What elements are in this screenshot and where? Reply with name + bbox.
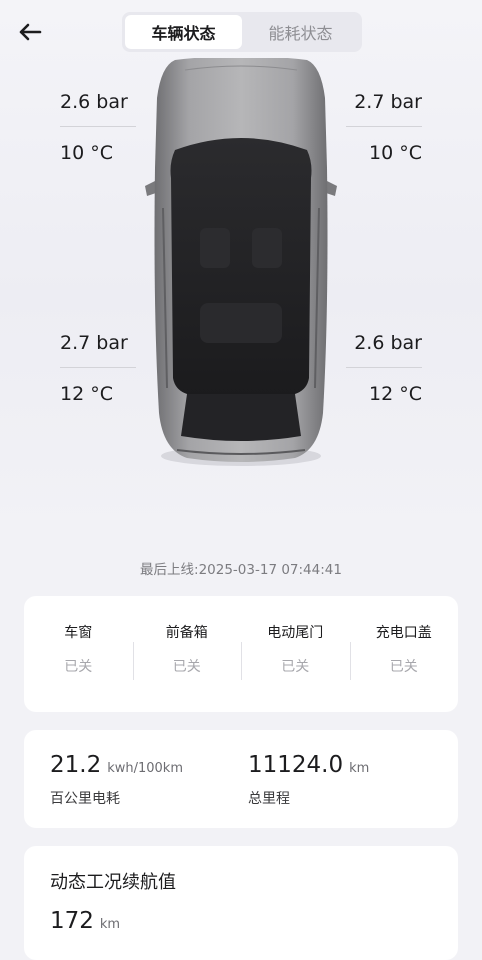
- car-top-view-image: [145, 56, 337, 468]
- last-online-timestamp: 最后上线:2025-03-17 07:44:41: [140, 562, 342, 578]
- range-unit: km: [99, 917, 121, 932]
- status-item-window: 车窗 已关: [24, 622, 133, 712]
- consumption-unit: kwh/100km: [107, 761, 184, 776]
- range-card: 动态工况续航值 172 km: [24, 846, 458, 960]
- tire-pressure: 2.7 bar: [354, 91, 422, 113]
- tire-rear-right: 2.6 bar 12 °C: [346, 327, 422, 412]
- consumption-value: 21.2: [50, 752, 102, 778]
- tire-temperature: 10 °C: [369, 142, 422, 164]
- arrow-left-icon: [19, 23, 42, 41]
- odometer-caption: 总里程: [248, 791, 290, 807]
- divider: [60, 126, 136, 127]
- divider: [346, 126, 422, 127]
- closure-status-card: 车窗 已关 前备箱 已关 电动尾门 已关 充电口盖 已关: [24, 596, 458, 712]
- divider: [346, 367, 422, 368]
- tire-temperature: 10 °C: [60, 142, 113, 164]
- tire-front-left: 2.6 bar 10 °C: [60, 86, 136, 171]
- status-item-frunk: 前备箱 已关: [132, 622, 242, 712]
- status-value: 已关: [389, 659, 418, 675]
- range-metric: 172 km: [50, 908, 120, 934]
- status-item-tailgate: 电动尾门 已关: [241, 622, 350, 712]
- odometer-metric: 11124.0 km 总里程: [248, 752, 369, 808]
- tab-energy-status[interactable]: 能耗状态: [242, 15, 359, 49]
- tire-pressure: 2.6 bar: [60, 91, 128, 113]
- status-label: 车窗: [64, 625, 93, 641]
- odometer-value: 11124.0: [248, 752, 344, 778]
- range-title: 动态工况续航值: [50, 872, 176, 893]
- status-label: 充电口盖: [375, 625, 432, 641]
- tire-temperature: 12 °C: [60, 383, 113, 405]
- status-value: 已关: [64, 659, 93, 675]
- tab-vehicle-status[interactable]: 车辆状态: [125, 15, 242, 49]
- divider: [60, 367, 136, 368]
- odometer-unit: km: [349, 761, 370, 776]
- consumption-caption: 百公里电耗: [50, 791, 120, 807]
- status-value: 已关: [281, 659, 310, 675]
- tire-pressure: 2.6 bar: [354, 332, 422, 354]
- status-label: 前备箱: [165, 625, 208, 641]
- range-value: 172: [50, 908, 94, 934]
- tire-temperature: 12 °C: [369, 383, 422, 405]
- tire-pressure: 2.7 bar: [60, 332, 128, 354]
- status-item-charge-port: 充电口盖 已关: [349, 622, 459, 712]
- tire-rear-left: 2.7 bar 12 °C: [60, 327, 136, 412]
- consumption-metric: 21.2 kwh/100km 百公里电耗: [50, 752, 183, 808]
- status-label: 电动尾门: [267, 625, 324, 641]
- tire-front-right: 2.7 bar 10 °C: [346, 86, 422, 171]
- energy-summary-card: 21.2 kwh/100km 百公里电耗 11124.0 km 总里程: [24, 730, 458, 828]
- back-button[interactable]: [14, 18, 46, 46]
- view-tabs: 车辆状态 能耗状态: [122, 12, 362, 52]
- status-value: 已关: [172, 659, 201, 675]
